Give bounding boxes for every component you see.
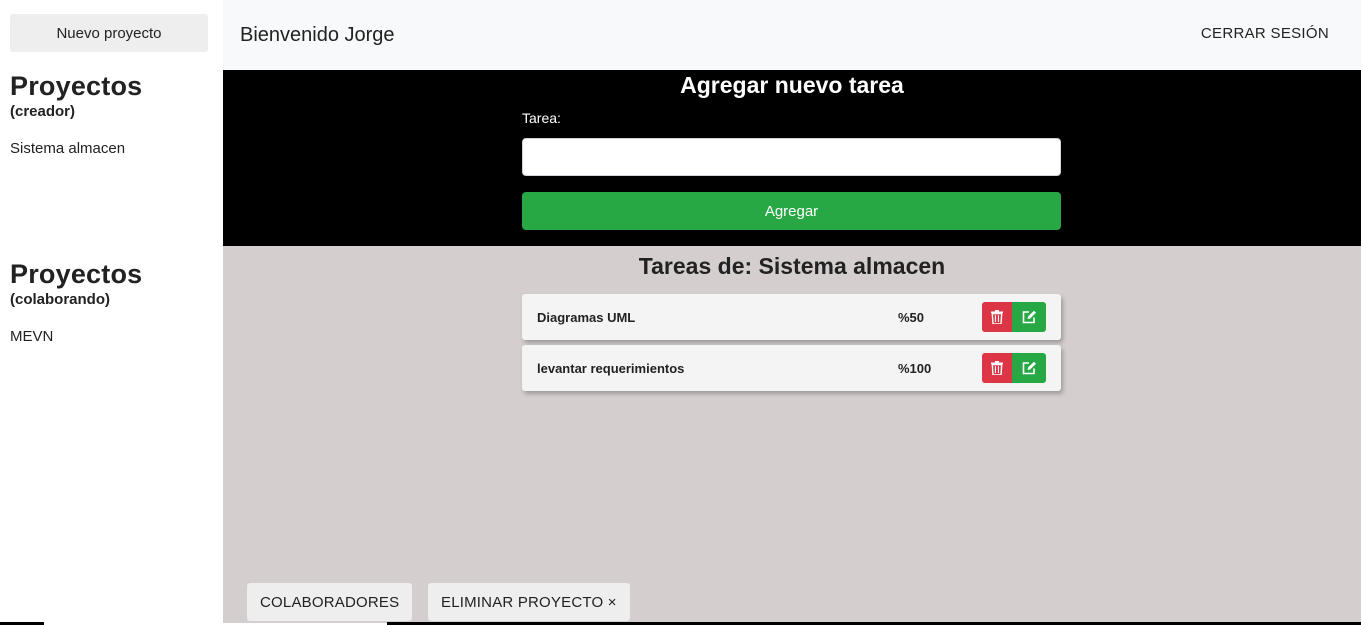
creator-projects-title: Proyectos — [10, 71, 143, 101]
task-item: Diagramas UML %50 — [522, 294, 1061, 340]
edit-icon — [1022, 361, 1036, 375]
task-input[interactable] — [522, 138, 1061, 176]
trash-icon — [991, 361, 1003, 375]
logout-button[interactable]: CERRAR SESIÓN — [1201, 25, 1329, 42]
app-root: Nuevo proyecto Proyectos (creador) Siste… — [0, 0, 1361, 625]
task-list: Diagramas UML %50 levantar requerimiento… — [522, 294, 1061, 396]
tasks-title: Tareas de: Sistema almacen — [638, 253, 946, 279]
delete-task-button[interactable] — [982, 353, 1012, 383]
edit-task-button[interactable] — [1012, 302, 1046, 332]
collaborators-button[interactable]: COLABORADORES — [247, 583, 413, 621]
creator-projects-subtitle: (creador) — [10, 103, 76, 120]
collab-projects-subtitle: (colaborando) — [10, 291, 110, 308]
sidebar-project-sistema-almacen[interactable]: Sistema almacen — [10, 140, 125, 157]
edit-icon — [1022, 310, 1036, 324]
trash-icon — [991, 310, 1003, 324]
edit-task-button[interactable] — [1012, 353, 1046, 383]
delete-project-button[interactable]: ELIMINAR PROYECTO × — [428, 583, 630, 621]
sidebar-project-mevn[interactable]: MEVN — [10, 328, 53, 345]
sidebar: Nuevo proyecto Proyectos (creador) Siste… — [0, 0, 223, 625]
welcome-message: Bienvenido Jorge — [240, 24, 395, 46]
collab-projects-title: Proyectos — [10, 259, 143, 289]
task-field-label: Tarea: — [522, 110, 561, 126]
task-item: levantar requerimientos %100 — [522, 345, 1061, 391]
new-task-form: Agregar nuevo tarea Tarea: Agregar — [223, 70, 1361, 246]
add-task-button[interactable]: Agregar — [522, 192, 1061, 230]
tasks-panel: Tareas de: Sistema almacen Diagramas UML… — [223, 246, 1361, 623]
top-bar: Bienvenido Jorge CERRAR SESIÓN — [223, 0, 1361, 70]
new-project-button[interactable]: Nuevo proyecto — [10, 14, 208, 52]
form-title: Agregar nuevo tarea — [680, 72, 904, 98]
task-name: Diagramas UML — [537, 310, 636, 325]
delete-task-button[interactable] — [982, 302, 1012, 332]
task-progress: %50 — [898, 310, 925, 325]
task-name: levantar requerimientos — [537, 361, 685, 376]
task-progress: %100 — [898, 361, 932, 376]
